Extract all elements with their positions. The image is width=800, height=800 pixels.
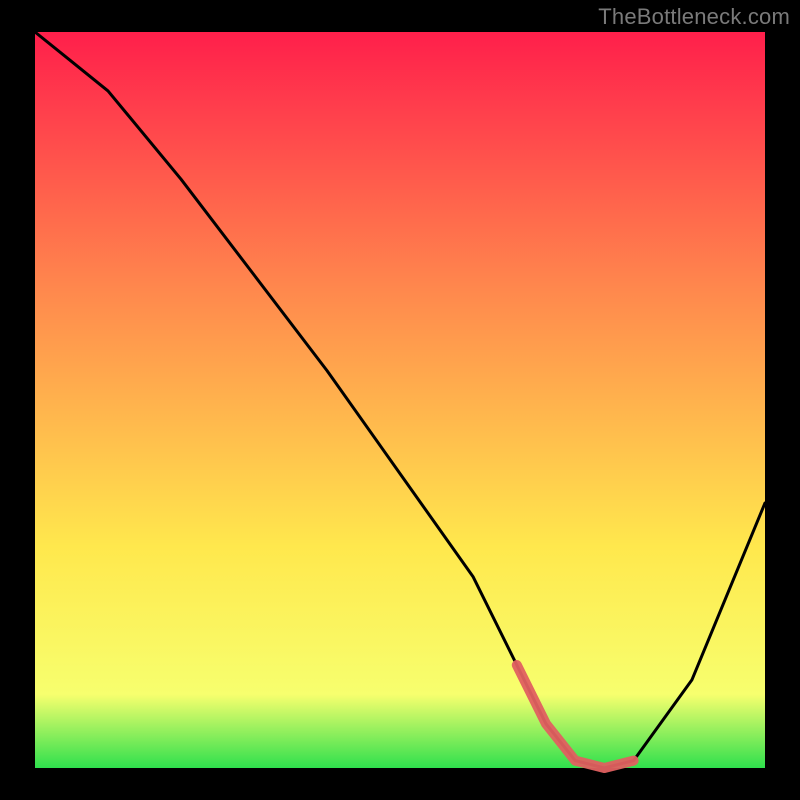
chart-svg (0, 0, 800, 800)
watermark-label: TheBottleneck.com (598, 4, 790, 30)
plot-area (35, 32, 765, 768)
chart-stage: TheBottleneck.com (0, 0, 800, 800)
